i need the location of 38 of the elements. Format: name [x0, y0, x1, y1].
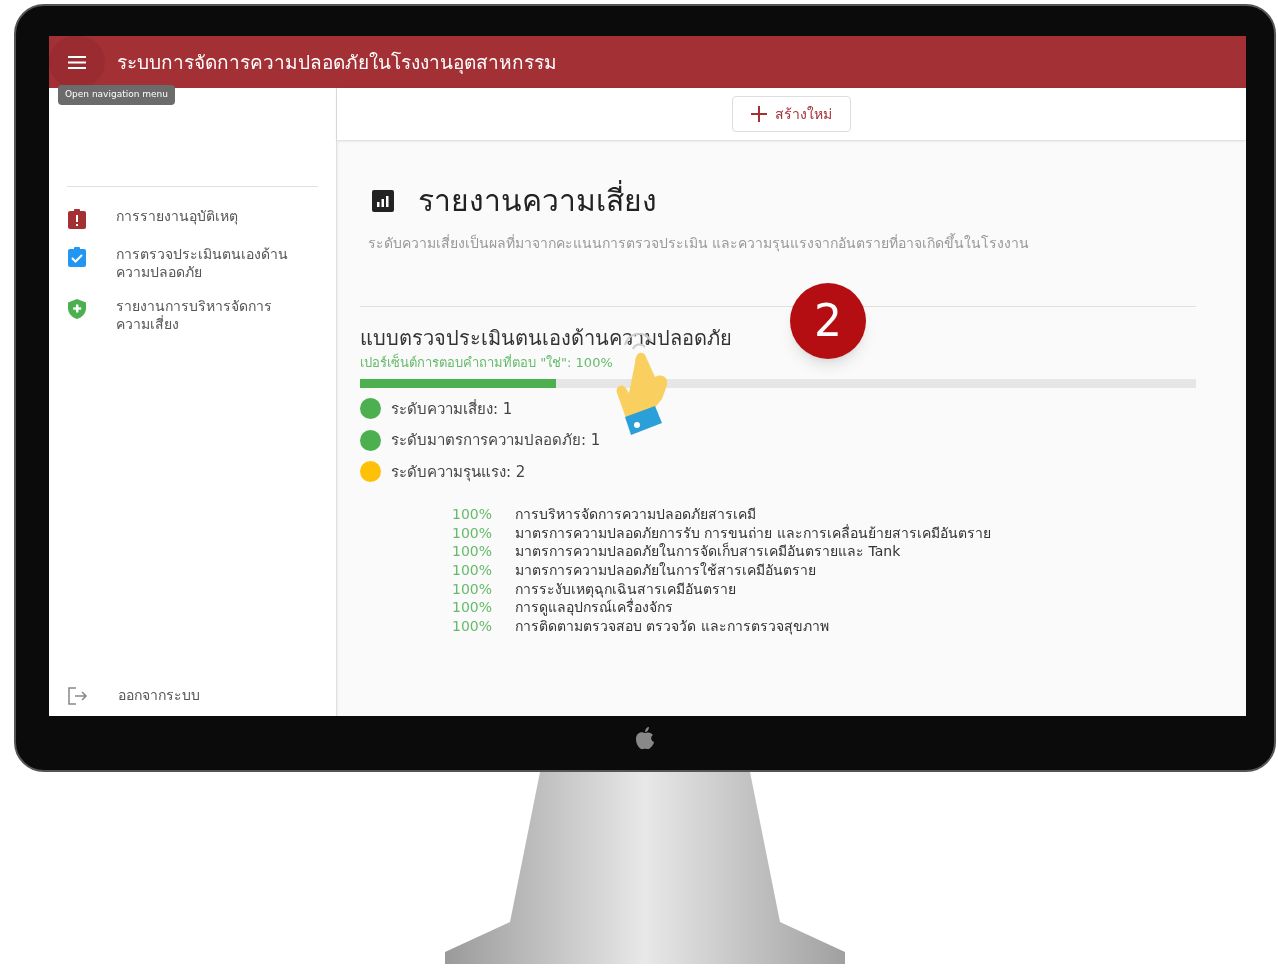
- score-name: มาตรการความปลอดภัยในการจัดเก็บสารเคมีอันตรายและ Tank: [515, 541, 901, 562]
- nav-item[interactable]: การตรวจประเมินตนเองด้านความปลอดภัย: [49, 237, 336, 289]
- logout-icon: [68, 686, 88, 705]
- score-name: การบริหารจัดการความปลอดภัยสารเคมี: [515, 504, 756, 524]
- score-percent: 100%: [452, 579, 494, 599]
- logout-item[interactable]: ออกจากระบบ: [49, 685, 336, 716]
- clipboard-check-icon: [68, 247, 86, 267]
- score-name: การระงับเหตุฉุกเฉินสารเคมีอันตราย: [515, 579, 736, 598]
- step-badge: 2: [790, 283, 866, 359]
- score-percent: 100%: [452, 616, 494, 636]
- nav-item[interactable]: การรายงานอุบัติเหตุ: [49, 199, 336, 237]
- clipboard-alert-icon: [68, 209, 86, 229]
- score-percent: 100%: [452, 542, 494, 562]
- score-percent: 100%: [452, 560, 494, 580]
- indicator-label: ระดับความเสี่ยง: 1: [391, 398, 513, 420]
- score-percent: 100%: [452, 504, 494, 524]
- score-percent: 100%: [452, 598, 494, 618]
- score-name: มาตรการความปลอดภัยการรับ การขนถ่าย และการเคลื่อนย้ายสารเคมีอันตราย: [515, 523, 991, 542]
- score-name: การดูแลอุปกรณ์เครื่องจักร: [515, 598, 673, 618]
- percent-label: เปอร์เซ็นต์การตอบคำถามที่ตอบ "ใช่": 100%: [360, 353, 614, 372]
- tooltip: Open navigation menu: [58, 85, 175, 105]
- section-title: แบบตรวจประเมินตนเองด้านความปลอดภัย: [360, 325, 733, 352]
- app-title: ระบบการจัดการความปลอดภัยในโรงงานอุตสาหกรรม: [117, 49, 557, 76]
- score-name: มาตรการความปลอดภัยในการใช้สารเคมีอันตราย: [515, 560, 816, 580]
- shield-plus-icon: [68, 299, 86, 319]
- logo-icon: [635, 726, 655, 750]
- nav-item[interactable]: รายงานการบริหารจัดการความเสี่ยง: [49, 289, 336, 341]
- indicator-label: ระดับความรุนแรง: 2: [391, 461, 526, 483]
- chart-icon: [372, 189, 394, 212]
- score-name: การติดตามตรวจสอบ ตรวจวัด และการตรวจสุขภาพ: [515, 616, 829, 637]
- menu-button[interactable]: [49, 36, 105, 88]
- indicator-label: ระดับมาตรการความปลอดภัย: 1: [391, 430, 601, 451]
- plus-icon: [751, 106, 767, 122]
- page-subtitle: ระดับความเสี่ยงเป็นผลที่มาจากคะแนนการตรวจประเมิน และความรุนแรงจากอันตรายที่อาจเกิดขึ้นในโรงงาน: [367, 233, 1031, 254]
- menu-icon: [68, 55, 86, 69]
- page-title: รายงานความเสี่ยง: [418, 178, 657, 223]
- create-button[interactable]: สร้างใหม่: [732, 96, 851, 132]
- score-percent: 100%: [452, 523, 494, 543]
